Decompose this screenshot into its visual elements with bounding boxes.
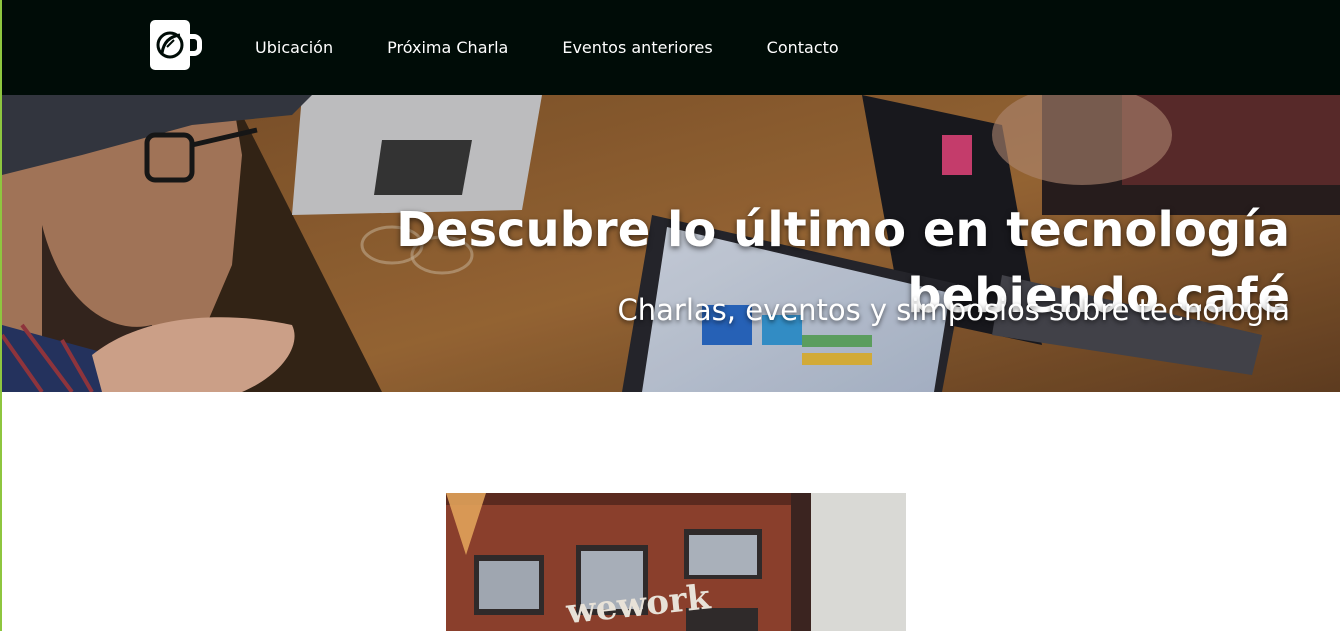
nav-link-proxima-charla[interactable]: Próxima Charla xyxy=(387,38,508,57)
main-nav: Ubicación Próxima Charla Eventos anterio… xyxy=(255,0,893,95)
site-logo[interactable] xyxy=(150,20,202,70)
nav-link-eventos-anteriores[interactable]: Eventos anteriores xyxy=(562,38,712,57)
nav-link-ubicacion[interactable]: Ubicación xyxy=(255,38,333,57)
featured-venue-image: wework xyxy=(446,493,906,631)
nav-link-contacto[interactable]: Contacto xyxy=(767,38,839,57)
main-content: wework xyxy=(2,392,1340,631)
hero-banner: Descubre lo último en tecnología bebiend… xyxy=(2,95,1340,392)
building-photo: wework xyxy=(446,493,906,631)
hero-subtitle: Charlas, eventos y simposios sobre tecno… xyxy=(617,293,1290,327)
coffee-cup-leaf-icon xyxy=(150,20,202,70)
left-accent-border xyxy=(0,0,2,631)
top-navbar: Ubicación Próxima Charla Eventos anterio… xyxy=(2,0,1340,95)
